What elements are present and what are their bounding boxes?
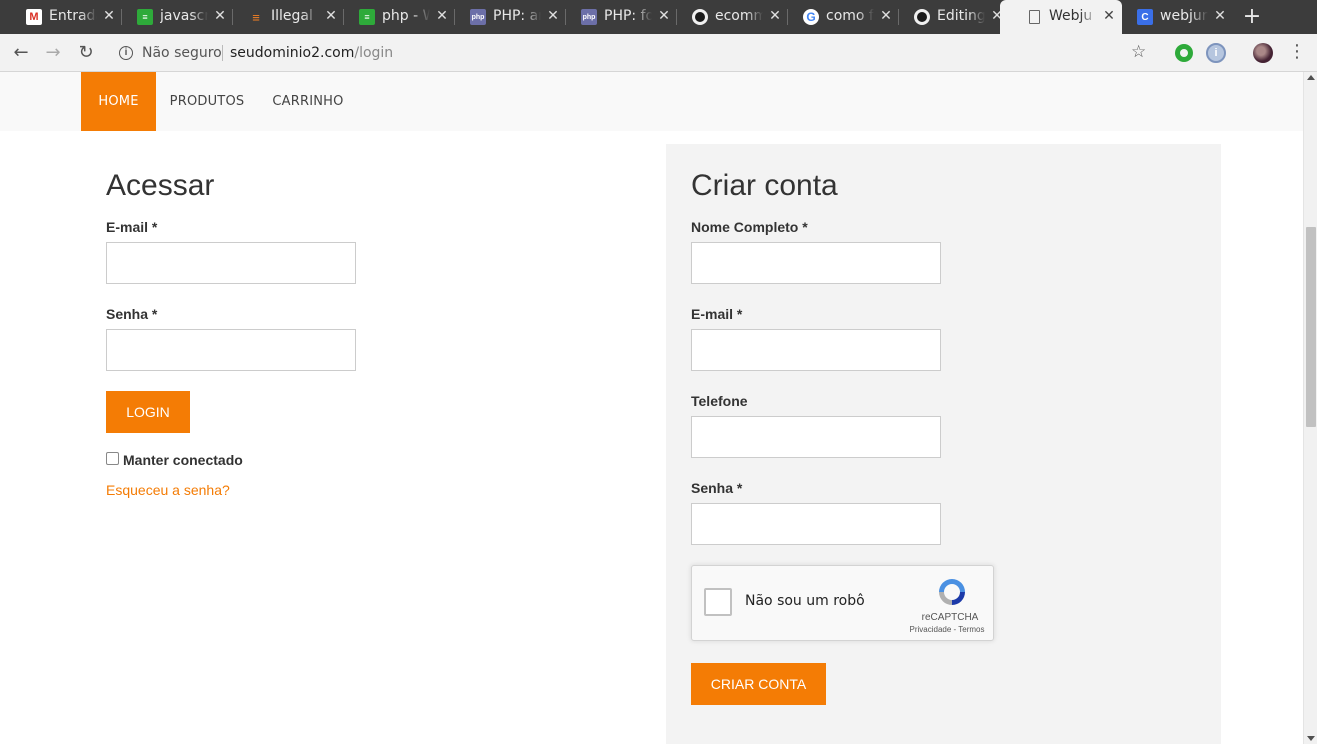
github-icon bbox=[914, 9, 930, 25]
tab-illegal[interactable]: ≡ Illegal ✕ bbox=[222, 0, 344, 34]
gmail-icon: M bbox=[26, 9, 42, 25]
recaptcha-widget: Não sou um robô reCAPTCHA Privacidade - … bbox=[691, 565, 994, 641]
google-icon: G bbox=[803, 9, 819, 25]
browser-tab-strip: M Entrada ✕ ≡ javascript ✕ ≡ Illegal ✕ ≡… bbox=[0, 0, 1317, 34]
tab-php-fo[interactable]: php PHP: fo ✕ bbox=[555, 0, 677, 34]
browser-toolbar: ← → ↻ i Não seguro seudominio2.com/login… bbox=[0, 34, 1317, 72]
login-email-input[interactable] bbox=[106, 242, 356, 284]
remember-checkbox[interactable] bbox=[106, 452, 119, 465]
create-account-button[interactable]: CRIAR CONTA bbox=[691, 663, 826, 705]
forgot-password-link[interactable]: Esqueceu a senha? bbox=[106, 482, 230, 498]
nav-home[interactable]: HOME bbox=[81, 72, 156, 131]
tab-javascript[interactable]: ≡ javascript ✕ bbox=[111, 0, 233, 34]
tab-ecomm[interactable]: ecomm ✕ bbox=[666, 0, 788, 34]
nav-carrinho[interactable]: CARRINHO bbox=[258, 72, 358, 131]
tab-title: Editing bbox=[937, 8, 985, 24]
page-scrollbar[interactable] bbox=[1303, 72, 1317, 744]
login-password-label: Senha * bbox=[106, 306, 158, 322]
tab-editing[interactable]: Editing ✕ bbox=[888, 0, 1010, 34]
tab-title: Entrada bbox=[49, 8, 97, 24]
tab-title: ecomm bbox=[715, 8, 763, 24]
webjump-icon: C bbox=[1137, 9, 1153, 25]
tab-title: webjur bbox=[1160, 8, 1208, 24]
extension-gear-icon[interactable] bbox=[1175, 44, 1193, 62]
back-arrow-icon[interactable]: ← bbox=[10, 42, 32, 64]
profile-avatar[interactable] bbox=[1253, 43, 1273, 63]
register-password-label: Senha * bbox=[691, 480, 743, 496]
login-password-input[interactable] bbox=[106, 329, 356, 371]
tab-php-w[interactable]: ≡ php - W ✕ bbox=[333, 0, 455, 34]
site-navbar: HOME PRODUTOS CARRINHO bbox=[0, 72, 1303, 131]
tab-como[interactable]: G como f ✕ bbox=[777, 0, 899, 34]
nav-produtos[interactable]: PRODUTOS bbox=[156, 72, 258, 131]
new-tab-button[interactable]: + bbox=[1241, 6, 1263, 28]
extension-badge-icon[interactable]: i bbox=[1206, 43, 1226, 63]
info-icon[interactable]: i bbox=[119, 46, 133, 60]
scroll-thumb[interactable] bbox=[1306, 227, 1316, 427]
register-email-label: E-mail * bbox=[691, 306, 743, 322]
tab-webjur[interactable]: C webjur ✕ bbox=[1111, 0, 1233, 34]
tab-title: javascript bbox=[160, 8, 208, 24]
scroll-up-arrow-icon[interactable] bbox=[1307, 75, 1315, 80]
register-name-label: Nome Completo * bbox=[691, 219, 808, 235]
tab-title: php - W bbox=[382, 8, 430, 24]
address-bar[interactable]: i Não seguro seudominio2.com/login bbox=[106, 38, 1168, 68]
recaptcha-checkbox[interactable] bbox=[704, 588, 732, 616]
recaptcha-terms-link[interactable]: Privacidade - Termos bbox=[900, 625, 994, 634]
login-button[interactable]: LOGIN bbox=[106, 391, 190, 433]
recaptcha-brand: reCAPTCHA bbox=[921, 612, 979, 623]
register-name-input[interactable] bbox=[691, 242, 941, 284]
tab-title: Webju bbox=[1049, 8, 1093, 24]
tab-title: Illegal bbox=[271, 8, 313, 24]
url-path: /login bbox=[354, 45, 394, 61]
tab-title: PHP: fo bbox=[604, 8, 652, 24]
url-host: seudominio2.com bbox=[230, 45, 355, 61]
close-icon[interactable]: ✕ bbox=[1213, 8, 1227, 24]
login-title: Acessar bbox=[106, 169, 215, 202]
tab-php-ar[interactable]: php PHP: ar ✕ bbox=[444, 0, 566, 34]
register-phone-label: Telefone bbox=[691, 393, 748, 409]
scroll-down-arrow-icon[interactable] bbox=[1307, 736, 1315, 741]
register-password-input[interactable] bbox=[691, 503, 941, 545]
register-title: Criar conta bbox=[691, 169, 838, 202]
tab-webju-active[interactable]: Webju ✕ bbox=[1000, 0, 1122, 34]
register-phone-input[interactable] bbox=[691, 416, 941, 458]
php-icon: php bbox=[470, 9, 486, 25]
tab-title: PHP: ar bbox=[493, 8, 541, 24]
github-icon bbox=[692, 9, 708, 25]
browser-menu-icon[interactable]: ⋮ bbox=[1288, 41, 1306, 63]
document-icon bbox=[1029, 10, 1040, 24]
stackoverflow-icon: ≡ bbox=[252, 9, 260, 25]
address-separator bbox=[222, 45, 223, 61]
register-email-input[interactable] bbox=[691, 329, 941, 371]
bookmark-star-icon[interactable]: ☆ bbox=[1131, 42, 1146, 62]
reload-icon[interactable]: ↻ bbox=[75, 42, 97, 64]
security-label[interactable]: Não seguro bbox=[142, 45, 222, 61]
php-icon: php bbox=[581, 9, 597, 25]
url-text[interactable]: seudominio2.com/login bbox=[230, 45, 393, 61]
recaptcha-logo-icon bbox=[939, 579, 965, 605]
stackoverflow-pt-icon: ≡ bbox=[359, 9, 375, 25]
tab-title: como f bbox=[826, 8, 874, 24]
remember-label[interactable]: Manter conectado bbox=[123, 452, 243, 468]
stackoverflow-pt-icon: ≡ bbox=[137, 9, 153, 25]
recaptcha-label: Não sou um robô bbox=[745, 593, 865, 609]
forward-arrow-icon[interactable]: → bbox=[42, 42, 64, 64]
login-email-label: E-mail * bbox=[106, 219, 158, 235]
tab-gmail[interactable]: M Entrada ✕ bbox=[0, 0, 122, 34]
